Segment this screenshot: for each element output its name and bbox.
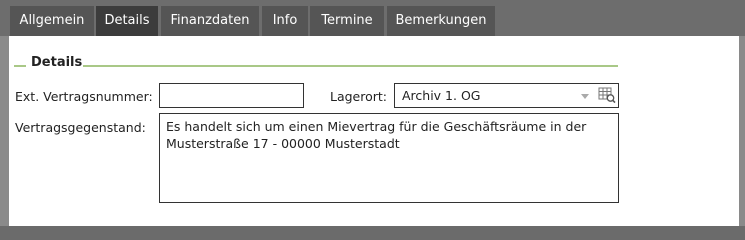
tab-bar: Allgemein Details Finanzdaten Info Termi… [0,0,745,36]
chevron-down-icon[interactable] [581,94,589,99]
section-divider-right [83,65,618,67]
tab-info[interactable]: Info [262,6,308,36]
panel-right-border [739,36,745,226]
tab-details[interactable]: Details [96,6,158,36]
tab-finanzdaten[interactable]: Finanzdaten [161,6,259,36]
tab-bemerkungen[interactable]: Bemerkungen [387,6,495,36]
storage-selected-value: Archiv 1. OG [402,88,481,103]
storage-label: Lagerort: [330,89,388,104]
subject-text: Es handelt sich um einen Mievertrag für … [166,119,591,151]
section-divider-left [14,65,26,67]
section-title: Details [31,55,83,70]
storage-select[interactable]: Archiv 1. OG [394,83,619,108]
subject-label: Vertragsgegenstand: [15,120,146,135]
tab-allgemein[interactable]: Allgemein [10,6,94,36]
ext-number-input[interactable] [159,83,304,108]
subject-textarea[interactable]: Es handelt sich um einen Mievertrag für … [159,113,619,203]
ext-number-label: Ext. Vertragsnummer: [15,89,153,104]
table-search-icon[interactable] [598,87,616,107]
tab-termine[interactable]: Termine [310,6,384,36]
panel-left-border [0,36,9,226]
